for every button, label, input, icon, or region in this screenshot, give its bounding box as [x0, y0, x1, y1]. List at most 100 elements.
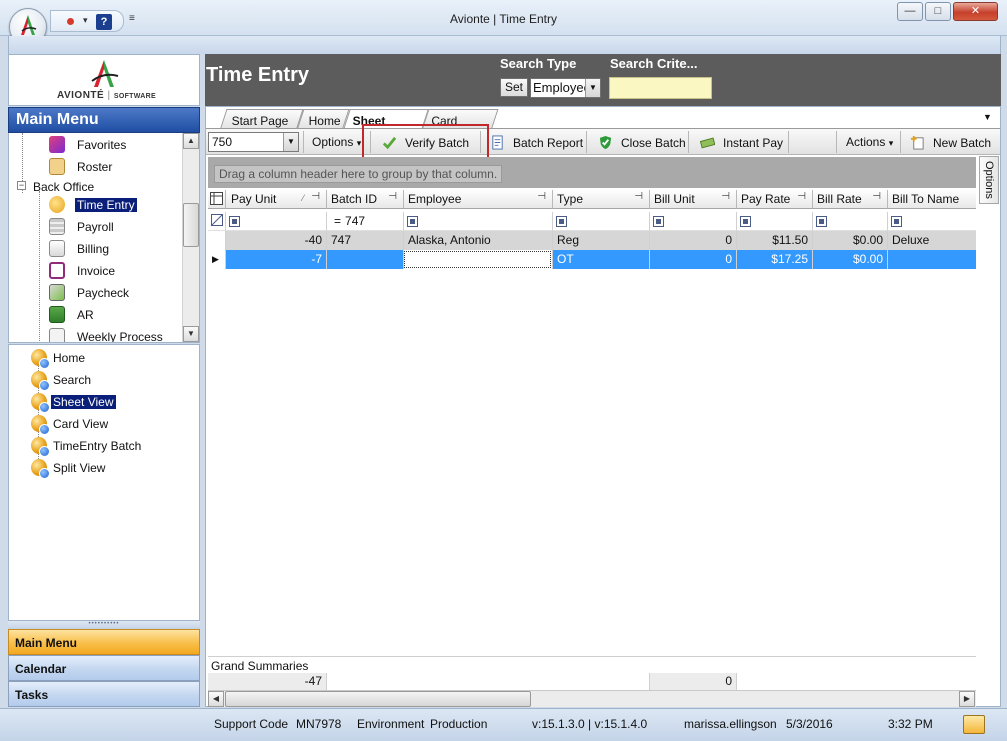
filter-pay-rate[interactable]: [737, 212, 813, 231]
filter-bill-to-name[interactable]: [888, 212, 976, 231]
row-selector-active[interactable]: ▶: [208, 250, 226, 269]
pane-splitter[interactable]: ••••••••••: [8, 621, 200, 629]
brand-logo: AVIONTÉ | SOFTWARE: [8, 54, 200, 106]
group-by-panel[interactable]: Drag a column header here to group by th…: [208, 157, 976, 188]
filter-operator-icon[interactable]: [891, 216, 902, 227]
cell-bill-rate[interactable]: $0.00: [813, 231, 888, 250]
filter-employee[interactable]: [404, 212, 553, 231]
toolbar-separator: [303, 131, 304, 153]
tabs-dropdown-icon[interactable]: ▼: [983, 112, 992, 122]
cell-employee[interactable]: Alaska, Antonio: [404, 231, 553, 250]
chevron-down-icon[interactable]: ▼: [283, 133, 298, 151]
pin-icon[interactable]: ⊣: [872, 191, 881, 202]
cell-bill-unit[interactable]: 0: [650, 231, 737, 250]
cell-bill-to-name[interactable]: Deluxe: [888, 231, 976, 250]
pin-icon[interactable]: ⊣: [721, 191, 730, 202]
scrollbar-thumb[interactable]: [225, 691, 531, 707]
filter-type[interactable]: [553, 212, 650, 231]
nav-main-menu-button[interactable]: Main Menu: [8, 629, 200, 655]
tab-start-page[interactable]: Start Page: [220, 109, 304, 129]
pin-icon[interactable]: ⊣: [797, 191, 806, 202]
maximize-button[interactable]: □: [925, 2, 951, 21]
summary-row: -47 0: [208, 673, 976, 690]
cell-pay-rate[interactable]: $17.25: [737, 250, 813, 269]
scroll-down-arrow-icon[interactable]: ▼: [183, 326, 199, 342]
column-header-pay-rate[interactable]: Pay Rate ⊣: [737, 190, 813, 209]
close-button[interactable]: ✕: [953, 2, 998, 21]
filter-bill-rate[interactable]: [813, 212, 888, 231]
cell-batch-id[interactable]: 747: [327, 231, 404, 250]
actions-menu-button[interactable]: Actions ▾: [842, 129, 897, 155]
column-header-type[interactable]: Type ⊣: [553, 190, 650, 209]
menu-scrollbar[interactable]: ▲ ▼: [182, 133, 199, 342]
batch-report-button[interactable]: Batch Report: [486, 129, 587, 155]
search-type-value: Employee: [533, 80, 591, 95]
filter-pay-unit[interactable]: [226, 212, 327, 231]
cell-type[interactable]: OT: [553, 250, 650, 269]
column-header-bill-to-name[interactable]: Bill To Name: [888, 190, 976, 209]
filter-bill-unit[interactable]: [650, 212, 737, 231]
nav-tasks-button[interactable]: Tasks: [8, 681, 200, 707]
close-batch-button[interactable]: Close Batch: [594, 129, 690, 155]
pin-icon[interactable]: ⊣: [388, 191, 397, 202]
set-button[interactable]: Set: [500, 78, 528, 97]
report-icon: [492, 135, 503, 150]
page-title: Time Entry: [206, 64, 309, 86]
notifications-icon[interactable]: [963, 715, 985, 734]
tab-home[interactable]: Home: [297, 109, 350, 129]
clear-filters-button[interactable]: [208, 212, 226, 231]
options-side-tab[interactable]: Options: [979, 156, 999, 204]
cell-bill-unit[interactable]: 0: [650, 250, 737, 269]
column-header-pay-unit[interactable]: Pay Unit ⁄ ⊣: [226, 190, 327, 209]
filter-operator-icon[interactable]: [229, 216, 240, 227]
nav-calendar-button[interactable]: Calendar: [8, 655, 200, 681]
scroll-right-arrow-icon[interactable]: ▶: [959, 691, 975, 707]
favorites-icon: [49, 136, 65, 153]
cell-pay-rate[interactable]: $11.50: [737, 231, 813, 250]
filter-operator-icon[interactable]: [740, 216, 751, 227]
avionte-logo-icon: [91, 60, 119, 87]
scrollbar-thumb[interactable]: [183, 203, 199, 247]
options-menu-button[interactable]: Options ▾: [308, 129, 365, 155]
new-batch-button[interactable]: New Batch: [906, 129, 995, 155]
cell-pay-unit[interactable]: -40: [226, 231, 327, 250]
instant-pay-button[interactable]: Instant Pay: [696, 129, 787, 155]
scroll-up-arrow-icon[interactable]: ▲: [183, 133, 199, 149]
pin-icon[interactable]: ⊣: [634, 191, 643, 202]
support-code-value: MN7978: [296, 717, 342, 731]
toolbar-separator: [788, 131, 789, 153]
views-list: Home Search Sheet View Card View TimeEnt…: [8, 344, 200, 621]
billing-icon: [49, 240, 65, 257]
grid-horizontal-scrollbar[interactable]: ◀ ▶: [208, 690, 976, 707]
batch-select[interactable]: 750 ▼: [208, 132, 299, 152]
row-selector[interactable]: [208, 231, 226, 250]
column-header-batch-id[interactable]: Batch ID ⊣: [327, 190, 404, 209]
chevron-down-icon[interactable]: ▼: [585, 79, 600, 97]
column-header-employee[interactable]: Employee ⊣: [404, 190, 553, 209]
pin-icon[interactable]: ⊣: [311, 191, 320, 202]
filter-operator-icon[interactable]: [556, 216, 567, 227]
search-criteria-input[interactable]: [609, 77, 712, 99]
employee-editor-cell[interactable]: [404, 250, 553, 269]
cell-pay-unit[interactable]: -7: [226, 250, 327, 269]
column-header-bill-rate[interactable]: Bill Rate ⊣: [813, 190, 888, 209]
column-chooser-button[interactable]: [208, 190, 226, 209]
filter-batch-id[interactable]: = 747: [327, 212, 404, 231]
cell-bill-to-name[interactable]: [888, 250, 976, 269]
filter-operator[interactable]: =: [330, 214, 345, 228]
scroll-left-arrow-icon[interactable]: ◀: [208, 691, 224, 707]
search-type-select[interactable]: Employee ▼: [530, 78, 601, 98]
cell-type[interactable]: Reg: [553, 231, 650, 250]
employee-input[interactable]: [404, 251, 551, 268]
cell-bill-rate[interactable]: $0.00: [813, 250, 888, 269]
filter-operator-icon[interactable]: [653, 216, 664, 227]
filter-operator-icon[interactable]: [816, 216, 827, 227]
column-header-bill-unit[interactable]: Bill Unit ⊣: [650, 190, 737, 209]
cell-batch-id[interactable]: [327, 250, 404, 269]
minimize-button[interactable]: —: [897, 2, 923, 21]
collapse-back-office-toggle[interactable]: −: [17, 181, 26, 190]
pin-icon[interactable]: ⊣: [537, 191, 546, 202]
clear-filter-icon: [211, 214, 223, 226]
toolbar-separator: [900, 131, 901, 153]
filter-operator-icon[interactable]: [407, 216, 418, 227]
